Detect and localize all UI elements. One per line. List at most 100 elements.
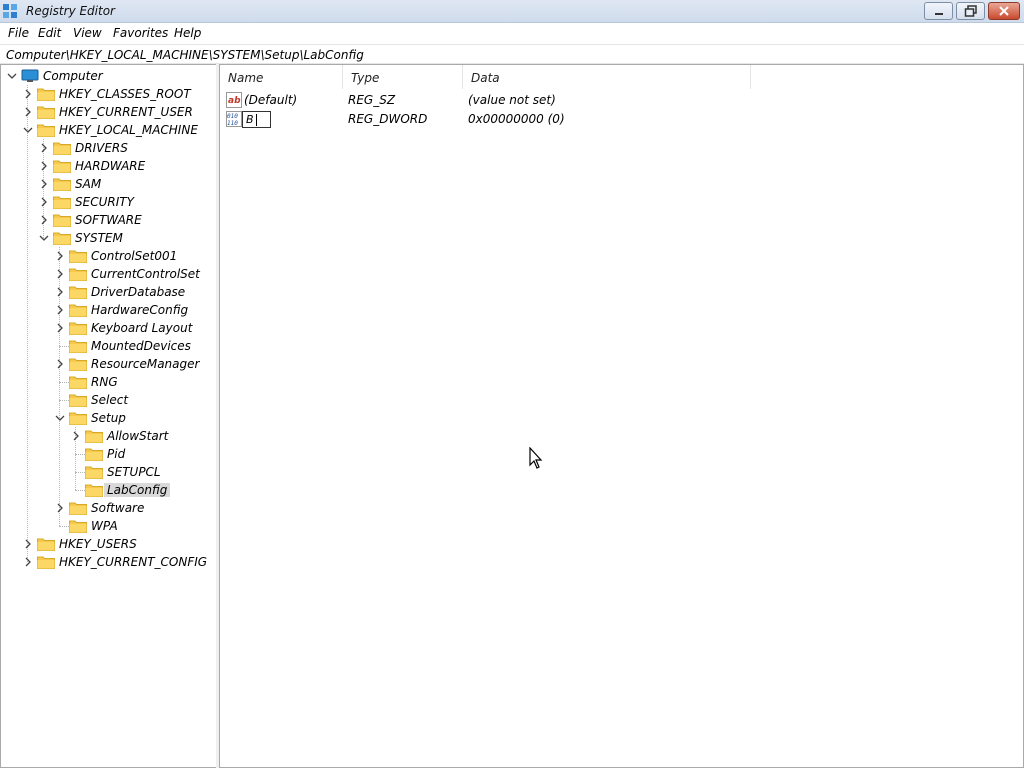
chevron-right-icon[interactable] [39, 196, 49, 208]
key-tree-pane[interactable]: Computer HKEY_CLASSES_ROOT HKEY_CURRENT_US… [0, 64, 217, 768]
window-title: Registry Editor [26, 4, 115, 18]
tree-connector-line [59, 346, 69, 347]
menu-file[interactable]: File [8, 26, 29, 40]
tree-node-label[interactable]: Software [88, 501, 147, 515]
tree-node-label[interactable]: SYSTEM [72, 231, 126, 245]
folder-icon [37, 538, 55, 551]
registry-editor-icon [3, 4, 17, 18]
menu-help[interactable]: Help [174, 26, 201, 40]
chevron-down-icon[interactable] [23, 124, 33, 136]
chevron-right-icon[interactable] [55, 322, 65, 334]
column-name-label: Name [228, 71, 264, 85]
tree-node-label[interactable]: HardwareConfig [88, 303, 191, 317]
tree-node-label[interactable]: HKEY_CLASSES_ROOT [56, 87, 194, 101]
column-header-name[interactable]: Name [220, 65, 343, 89]
restore-icon [964, 5, 977, 17]
tree-connector-line [75, 490, 85, 491]
tree-node-label[interactable]: Pid [104, 447, 128, 461]
folder-icon [53, 214, 71, 227]
folder-icon [37, 88, 55, 101]
chevron-down-icon[interactable] [7, 70, 17, 82]
mouse-cursor-icon [529, 447, 543, 469]
folder-icon [53, 178, 71, 191]
folder-icon [69, 322, 87, 335]
chevron-right-icon[interactable] [23, 556, 33, 568]
chevron-right-icon[interactable] [71, 430, 81, 442]
tree-node-label[interactable]: MountedDevices [88, 339, 194, 353]
tree-node-label[interactable]: RNG [88, 375, 121, 389]
chevron-right-icon[interactable] [23, 538, 33, 550]
tree-node-label[interactable]: SAM [72, 177, 104, 191]
close-button[interactable] [988, 2, 1020, 20]
value-row[interactable]: ab (Default) REG_SZ (value not set) [220, 91, 760, 110]
tree-node-label[interactable]: DRIVERS [72, 141, 131, 155]
values-list-pane[interactable]: Name Type Data ab (Default) REG_SZ (valu… [219, 64, 1024, 768]
chevron-right-icon[interactable] [55, 286, 65, 298]
tree-node-label[interactable]: DriverDatabase [88, 285, 188, 299]
tree-node-label[interactable]: HKEY_USERS [56, 537, 140, 551]
chevron-right-icon[interactable] [23, 88, 33, 100]
folder-icon [69, 250, 87, 263]
folder-icon [69, 502, 87, 515]
tree-node-label[interactable]: Select [88, 393, 131, 407]
minimize-button[interactable] [924, 2, 953, 20]
folder-icon [37, 556, 55, 569]
minimize-icon [934, 13, 943, 15]
tree-node-label[interactable]: HKEY_CURRENT_USER [56, 105, 196, 119]
value-row[interactable]: 010 110 B REG_DWORD 0x00000000 (0) [220, 110, 760, 129]
chevron-right-icon[interactable] [55, 358, 65, 370]
tree-node-label[interactable]: WPA [88, 519, 121, 533]
chevron-down-icon[interactable] [55, 412, 65, 424]
address-bar[interactable]: Computer\HKEY_LOCAL_MACHINE\SYSTEM\Setup… [0, 44, 1024, 64]
chevron-right-icon[interactable] [39, 142, 49, 154]
title-bar: Registry Editor [0, 0, 1024, 23]
tree-node-label[interactable]: Setup [88, 411, 129, 425]
folder-icon [85, 448, 103, 461]
tree-node-label[interactable]: CurrentControlSet [88, 267, 203, 281]
tree-node-label[interactable]: HKEY_CURRENT_CONFIG [56, 555, 210, 569]
tree-node-label[interactable]: Keyboard Layout [88, 321, 195, 335]
rename-value-text: B [246, 113, 254, 126]
folder-icon [53, 196, 71, 209]
chevron-right-icon[interactable] [55, 502, 65, 514]
column-header-type[interactable]: Type [343, 65, 463, 89]
chevron-right-icon[interactable] [23, 106, 33, 118]
value-type: REG_SZ [348, 93, 396, 107]
value-type: REG_DWORD [348, 112, 428, 126]
tree-node-label[interactable]: SOFTWARE [72, 213, 145, 227]
folder-icon [37, 106, 55, 119]
menu-favorites[interactable]: Favorites [113, 26, 168, 40]
tree-node-label[interactable]: SETUPCL [104, 465, 164, 479]
text-caret [256, 114, 257, 126]
tree-node-label[interactable]: SECURITY [72, 195, 137, 209]
menu-edit[interactable]: Edit [38, 26, 61, 40]
tree-connector-line [59, 526, 69, 527]
chevron-right-icon[interactable] [55, 250, 65, 262]
folder-icon [85, 430, 103, 443]
column-data-label: Data [471, 71, 500, 85]
folder-icon [69, 376, 87, 389]
folder-icon [69, 394, 87, 407]
tree-node-label[interactable]: AllowStart [104, 429, 171, 443]
rename-value-input[interactable]: B [242, 111, 271, 128]
address-path[interactable]: Computer\HKEY_LOCAL_MACHINE\SYSTEM\Setup… [6, 48, 364, 62]
chevron-right-icon[interactable] [55, 304, 65, 316]
tree-node-label[interactable]: ControlSet001 [88, 249, 180, 263]
menu-view[interactable]: View [73, 26, 102, 40]
tree-node-label[interactable]: HKEY_LOCAL_MACHINE [56, 123, 201, 137]
tree-node-label[interactable]: Computer [40, 69, 106, 83]
tree-node-label[interactable]: LabConfig [104, 483, 171, 497]
value-data: (value not set) [468, 93, 556, 107]
value-data: 0x00000000 (0) [468, 112, 565, 126]
column-header-data[interactable]: Data [463, 65, 751, 89]
tree-node-label[interactable]: HARDWARE [72, 159, 148, 173]
chevron-right-icon[interactable] [55, 268, 65, 280]
value-name: (Default) [244, 93, 298, 107]
chevron-right-icon[interactable] [39, 214, 49, 226]
folder-icon [53, 142, 71, 155]
chevron-right-icon[interactable] [39, 178, 49, 190]
chevron-down-icon[interactable] [39, 232, 49, 244]
tree-node-label[interactable]: ResourceManager [88, 357, 202, 371]
chevron-right-icon[interactable] [39, 160, 49, 172]
restore-button[interactable] [956, 2, 985, 20]
